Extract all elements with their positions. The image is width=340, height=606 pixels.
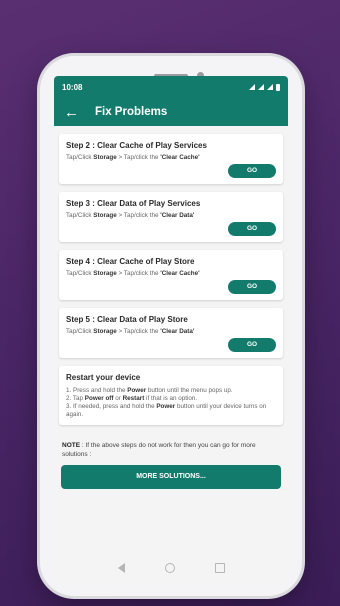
go-button[interactable]: GO [228, 164, 276, 178]
restart-step-3: 3. If needed, press and hold the Power b… [66, 403, 267, 418]
nav-back-icon[interactable] [117, 563, 125, 573]
more-solutions-button[interactable]: MORE SOLUTIONS... [61, 465, 281, 489]
step-description: Tap/Click Storage > Tap/click the 'Clear… [66, 270, 200, 277]
status-time: 10:08 [62, 82, 83, 92]
wifi-icon [249, 84, 255, 90]
main-content: Step 2 : Clear Cache of Play Services Ta… [54, 126, 288, 489]
nav-bar [54, 554, 288, 582]
back-arrow-icon[interactable]: ← [64, 105, 79, 120]
step-title: Step 5 : Clear Data of Play Store [66, 315, 188, 324]
signal-icon [258, 84, 264, 90]
nav-recent-icon[interactable] [214, 563, 225, 573]
step-title: Step 2 : Clear Cache of Play Services [66, 141, 207, 150]
phone-frame: 10:08 ← Fix Problems Step 2 : Clear Cach… [40, 56, 302, 596]
step-description: Tap/Click Storage > Tap/click the 'Clear… [66, 212, 195, 219]
step-title: Step 3 : Clear Data of Play Services [66, 199, 201, 208]
phone-screen: 10:08 ← Fix Problems Step 2 : Clear Cach… [54, 76, 288, 582]
restart-step-2: 2. Tap Power off or Restart if that is a… [66, 395, 198, 402]
app-bar: ← Fix Problems [54, 98, 288, 126]
battery-icon [276, 83, 280, 91]
step-card: Step 4 : Clear Cache of Play Store Tap/C… [59, 250, 283, 300]
go-button[interactable]: GO [228, 338, 276, 352]
go-button[interactable]: GO [228, 280, 276, 294]
status-bar: 10:08 [54, 76, 288, 98]
step-description: Tap/Click Storage > Tap/click the 'Clear… [66, 328, 195, 335]
signal-icon-2 [267, 84, 273, 90]
step-title: Step 4 : Clear Cache of Play Store [66, 257, 195, 266]
step-card: Step 5 : Clear Data of Play Store Tap/Cl… [59, 308, 283, 358]
step-card: Step 3 : Clear Data of Play Services Tap… [59, 192, 283, 242]
restart-card: Restart your device 1. Press and hold th… [59, 366, 283, 425]
restart-title: Restart your device [66, 373, 141, 382]
go-button[interactable]: GO [228, 222, 276, 236]
step-card: Step 2 : Clear Cache of Play Services Ta… [59, 134, 283, 184]
page-title: Fix Problems [95, 106, 168, 118]
note-text: NOTE : If the above steps do not work fo… [62, 442, 256, 458]
status-icons [249, 83, 280, 91]
step-description: Tap/Click Storage > Tap/click the 'Clear… [66, 154, 200, 161]
nav-home-icon[interactable] [164, 563, 175, 573]
restart-step-1: 1. Press and hold the Power button until… [66, 387, 233, 394]
